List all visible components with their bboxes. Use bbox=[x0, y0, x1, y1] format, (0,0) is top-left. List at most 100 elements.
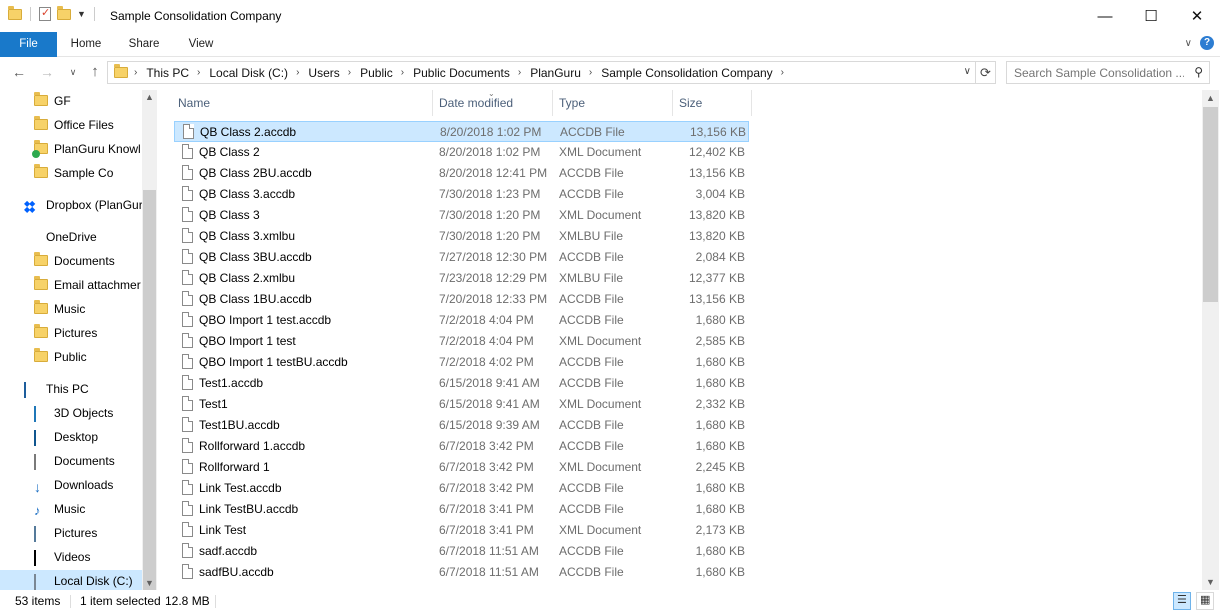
column-header-name[interactable]: Name bbox=[173, 90, 210, 116]
column-header-type[interactable]: Type bbox=[554, 90, 585, 116]
file-row[interactable]: Test1.accdb 6/15/2018 9:41 AM ACCDB File 1,… bbox=[174, 373, 749, 394]
scroll-down-icon[interactable]: ▼ bbox=[1206, 577, 1215, 587]
nav-item-music[interactable]: Music bbox=[0, 298, 142, 322]
nav-item-3d-objects[interactable]: 3D Objects bbox=[0, 402, 142, 426]
properties-icon[interactable] bbox=[39, 6, 51, 21]
breadcrumb-sample-consolidation-company[interactable]: Sample Consolidation Company bbox=[601, 66, 772, 80]
column-header-size[interactable]: Size bbox=[674, 90, 702, 116]
nav-item-planguru-knowl[interactable]: PlanGuru Knowl bbox=[0, 138, 142, 162]
breadcrumb-local-disk[interactable]: Local Disk (C:) bbox=[209, 66, 288, 80]
column-header-date-modified[interactable]: Date modified bbox=[434, 90, 513, 116]
nav-item-gf[interactable]: GF bbox=[0, 90, 142, 114]
nav-item-sample-co[interactable]: Sample Co bbox=[0, 162, 142, 186]
file-row[interactable]: Link Test.accdb 6/7/2018 3:42 PM ACCDB Fil… bbox=[174, 478, 749, 499]
chevron-right-icon[interactable]: › bbox=[197, 67, 200, 78]
file-row[interactable]: QB Class 2 8/20/2018 1:02 PM XML Document 1… bbox=[174, 142, 749, 163]
back-button[interactable]: ← bbox=[10, 62, 28, 82]
breadcrumb-users[interactable]: Users bbox=[308, 66, 339, 80]
maximize-button[interactable]: ☐ bbox=[1128, 0, 1174, 32]
nav-item-label: Pictures bbox=[54, 526, 98, 540]
file-row[interactable]: QB Class 1BU.accdb 7/20/2018 12:33 PM ACCD… bbox=[174, 289, 749, 310]
nav-item-email-attachmer[interactable]: Email attachmer bbox=[0, 274, 142, 298]
file-row[interactable]: Rollforward 1 6/7/2018 3:42 PM XML Documen… bbox=[174, 457, 749, 478]
file-list-scrollbar[interactable]: ▲ ▼ bbox=[1202, 90, 1219, 590]
file-row[interactable]: Test1 6/15/2018 9:41 AM XML Document 2,332 … bbox=[174, 394, 749, 415]
nav-item-documents[interactable]: Documents bbox=[0, 250, 142, 274]
file-row[interactable]: QB Class 3 7/30/2018 1:20 PM XML Document 1… bbox=[174, 205, 749, 226]
breadcrumb-public[interactable]: Public bbox=[360, 66, 393, 80]
column-divider[interactable] bbox=[432, 90, 433, 116]
refresh-button[interactable]: ⟳ bbox=[976, 61, 996, 84]
chevron-right-icon[interactable]: › bbox=[134, 67, 137, 78]
file-row[interactable]: QB Class 3.xmlbu 7/30/2018 1:20 PM XMLBU F… bbox=[174, 226, 749, 247]
help-icon[interactable]: ? bbox=[1200, 36, 1214, 50]
file-row[interactable]: QB Class 3BU.accdb 7/27/2018 12:30 PM ACCD… bbox=[174, 247, 749, 268]
scroll-up-icon[interactable]: ▲ bbox=[145, 92, 154, 102]
recent-locations-button[interactable]: ∨ bbox=[64, 62, 82, 82]
scroll-up-icon[interactable]: ▲ bbox=[1206, 93, 1215, 103]
file-type: XMLBU File bbox=[559, 229, 624, 243]
chevron-right-icon[interactable]: › bbox=[401, 67, 404, 78]
search-input[interactable] bbox=[1014, 65, 1184, 80]
file-row[interactable]: sadf.accdb 6/7/2018 11:51 AM ACCDB File 1,6… bbox=[174, 541, 749, 562]
column-divider[interactable] bbox=[672, 90, 673, 116]
close-button[interactable]: ✕ bbox=[1174, 0, 1220, 32]
nav-item-pictures[interactable]: Pictures bbox=[0, 322, 142, 346]
minimize-button[interactable]: — bbox=[1082, 0, 1128, 32]
breadcrumb-this-pc[interactable]: This PC bbox=[146, 66, 189, 80]
file-row[interactable]: Link TestBU.accdb 6/7/2018 3:41 PM ACCDB F… bbox=[174, 499, 749, 520]
new-folder-icon[interactable] bbox=[57, 5, 71, 20]
tab-share[interactable]: Share bbox=[115, 32, 173, 57]
nav-item-public[interactable]: Public bbox=[0, 346, 142, 370]
file-list-scrollbar-thumb[interactable] bbox=[1203, 107, 1218, 302]
breadcrumb-public-documents[interactable]: Public Documents bbox=[413, 66, 510, 80]
tab-view[interactable]: View bbox=[173, 32, 229, 57]
chevron-right-icon[interactable]: › bbox=[518, 67, 521, 78]
nav-scrollbar[interactable]: ▲ ▼ bbox=[142, 90, 157, 590]
breadcrumb-planguru[interactable]: PlanGuru bbox=[530, 66, 581, 80]
forward-button[interactable]: → bbox=[38, 62, 56, 82]
file-size: 1,680 KB bbox=[695, 481, 745, 495]
nav-item-pictures[interactable]: Pictures bbox=[0, 522, 142, 546]
chevron-right-icon[interactable]: › bbox=[589, 67, 592, 78]
nav-item-downloads[interactable]: ↓ Downloads bbox=[0, 474, 142, 498]
tab-home[interactable]: Home bbox=[57, 32, 115, 57]
file-row[interactable]: Link Test 6/7/2018 3:41 PM XML Document 2,1… bbox=[174, 520, 749, 541]
file-row[interactable]: QBO Import 1 test.accdb 7/2/2018 4:04 PM A… bbox=[174, 310, 749, 331]
tab-file[interactable]: File bbox=[0, 32, 57, 57]
nav-item-dropbox-plangur[interactable]: Dropbox (PlanGur bbox=[0, 194, 142, 218]
file-row[interactable]: QB Class 2.xmlbu 7/23/2018 12:29 PM XMLBU … bbox=[174, 268, 749, 289]
expand-ribbon-icon[interactable]: ∨ bbox=[1185, 38, 1192, 49]
address-bar[interactable]: › This PC › Local Disk (C:) › Users › Pu… bbox=[107, 61, 976, 84]
address-dropdown-icon[interactable]: ∨ bbox=[964, 66, 971, 77]
chevron-right-icon[interactable]: › bbox=[296, 67, 299, 78]
nav-item-office-files[interactable]: Office Files bbox=[0, 114, 142, 138]
file-row[interactable]: QBO Import 1 test 7/2/2018 4:04 PM XML Doc… bbox=[174, 331, 749, 352]
column-divider[interactable] bbox=[751, 90, 752, 116]
file-row[interactable]: sadfBU.accdb 6/7/2018 11:51 AM ACCDB File 1… bbox=[174, 562, 749, 583]
nav-item-videos[interactable]: Videos bbox=[0, 546, 142, 570]
file-row[interactable]: Rollforward 1.accdb 6/7/2018 3:42 PM ACCDB… bbox=[174, 436, 749, 457]
chevron-right-icon[interactable]: › bbox=[781, 67, 784, 78]
nav-item-desktop[interactable]: Desktop bbox=[0, 426, 142, 450]
file-type: XML Document bbox=[559, 208, 642, 222]
scroll-down-icon[interactable]: ▼ bbox=[145, 578, 154, 588]
file-row[interactable]: QB Class 3.accdb 7/30/2018 1:23 PM ACCDB F… bbox=[174, 184, 749, 205]
nav-item-onedrive[interactable]: OneDrive bbox=[0, 226, 142, 250]
nav-item-this-pc[interactable]: This PC bbox=[0, 378, 142, 402]
up-button[interactable]: ↑ bbox=[86, 62, 104, 82]
search-box[interactable]: ⚲ bbox=[1006, 61, 1210, 84]
large-icons-view-button[interactable] bbox=[1196, 592, 1214, 610]
nav-scrollbar-thumb[interactable] bbox=[143, 190, 156, 590]
nav-item-music[interactable]: ♪ Music bbox=[0, 498, 142, 522]
file-row[interactable]: QB Class 2BU.accdb 8/20/2018 12:41 PM ACCD… bbox=[174, 163, 749, 184]
chevron-down-icon[interactable]: ▼ bbox=[77, 9, 86, 19]
chevron-right-icon[interactable]: › bbox=[348, 67, 351, 78]
column-divider[interactable] bbox=[552, 90, 553, 116]
file-row[interactable]: Test1BU.accdb 6/15/2018 9:39 AM ACCDB File… bbox=[174, 415, 749, 436]
file-row[interactable]: QBO Import 1 testBU.accdb 7/2/2018 4:02 P… bbox=[174, 352, 749, 373]
details-view-button[interactable] bbox=[1173, 592, 1191, 610]
nav-item-documents[interactable]: Documents bbox=[0, 450, 142, 474]
nav-item-local-disk-c[interactable]: Local Disk (C:) bbox=[0, 570, 142, 590]
file-row[interactable]: QB Class 2.accdb 8/20/2018 1:02 PM ACCDB F… bbox=[174, 121, 749, 142]
